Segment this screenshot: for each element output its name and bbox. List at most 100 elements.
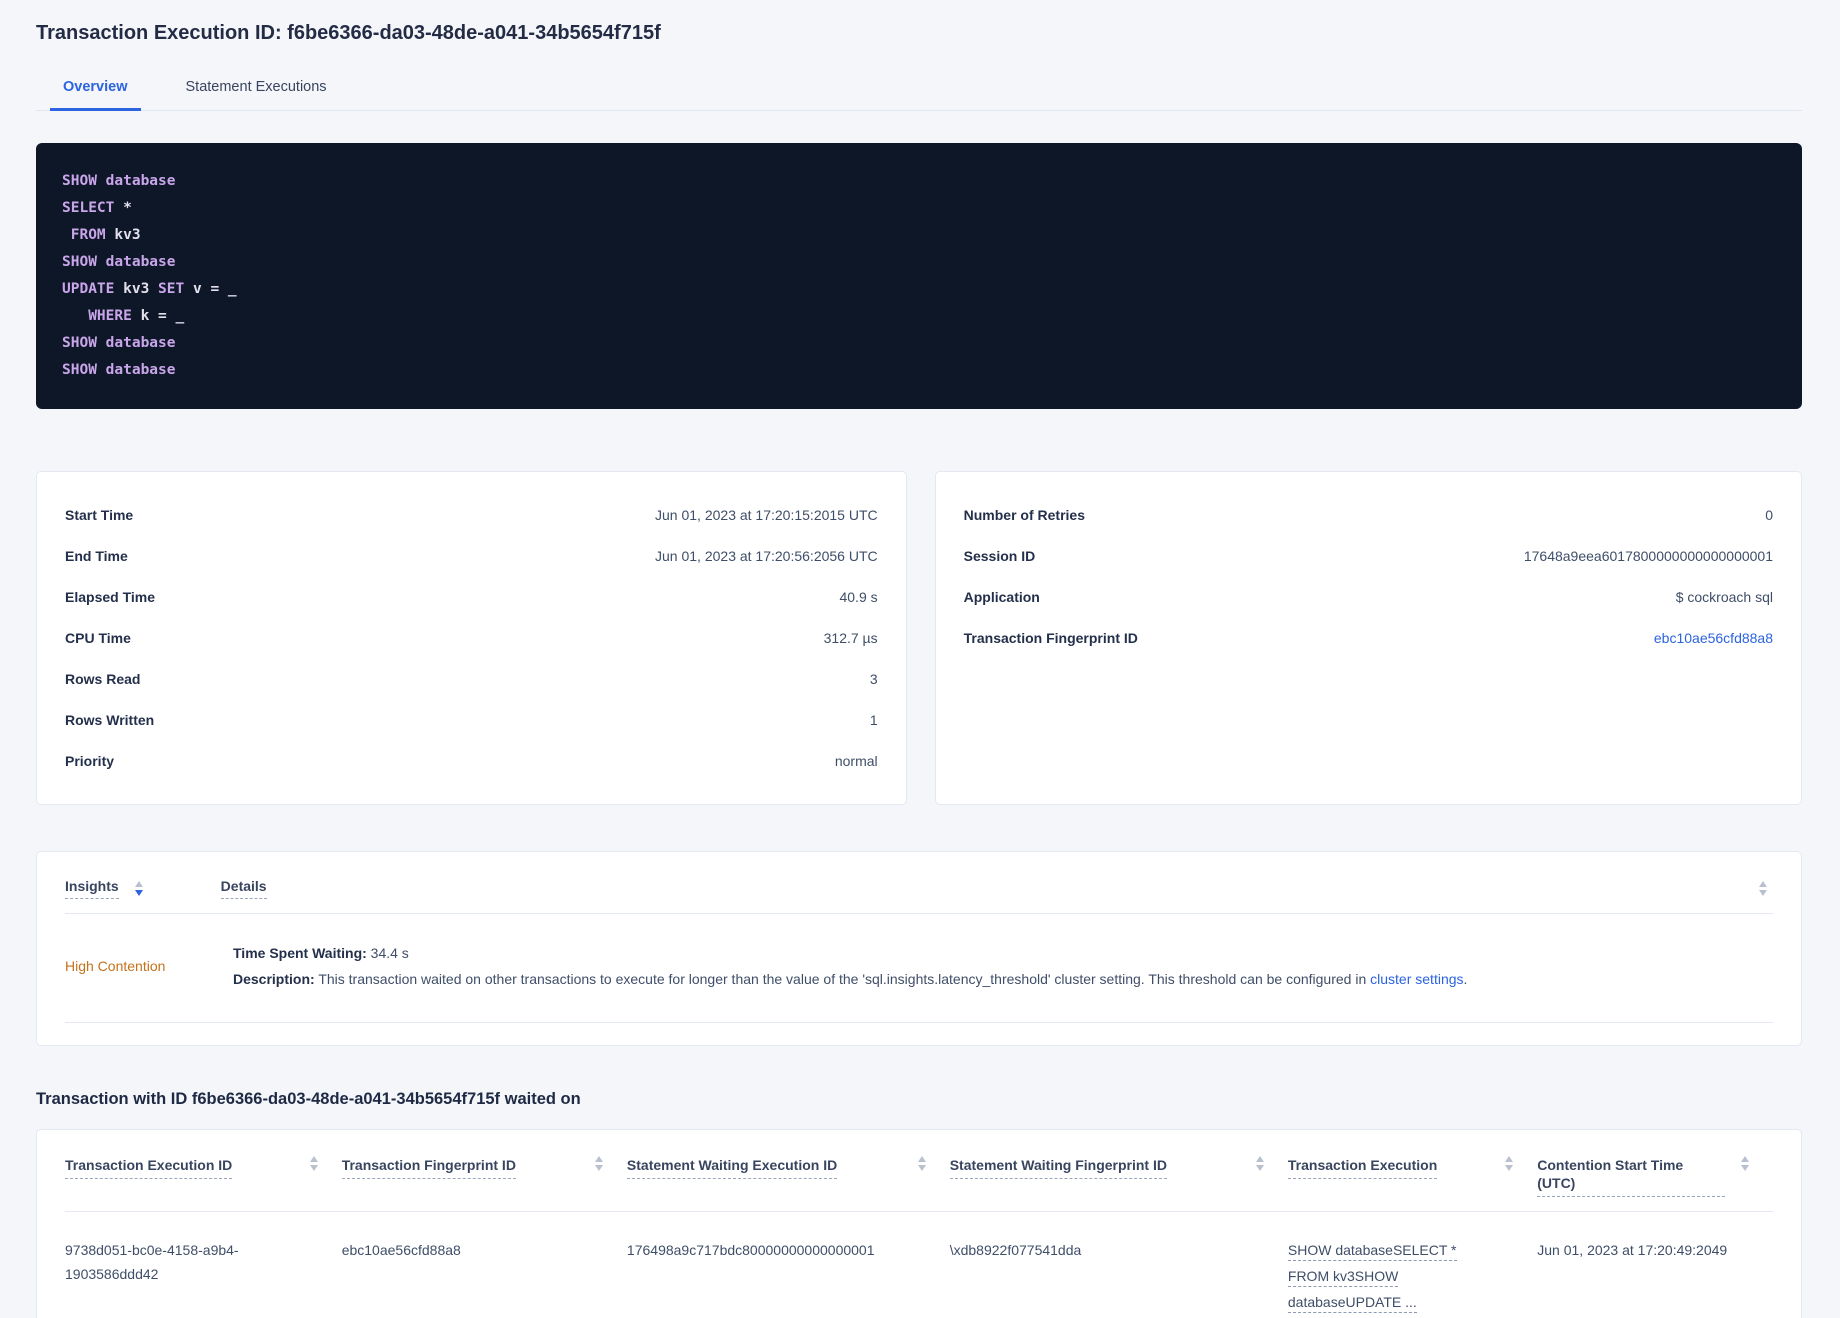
sort-desc-icon [1255, 1165, 1264, 1171]
summary-cards-row: Start Time Jun 01, 2023 at 17:20:15:2015 … [36, 471, 1802, 805]
cell-transaction-execution-id: 9738d051-bc0e-4158-a9b4-1903586ddd42 [65, 1242, 239, 1282]
summary-value: 1 [869, 711, 878, 728]
summary-row-cpu-time: CPU Time 312.7 µs [65, 617, 878, 658]
cell-statement-waiting-fingerprint-id: \xdb8922f077541dda [949, 1242, 1082, 1258]
summary-label: Elapsed Time [65, 588, 156, 605]
column-header-label[interactable]: Statement Waiting Execution ID [626, 1156, 838, 1179]
summary-value: 312.7 µs [823, 629, 878, 646]
transaction-execution-link-line[interactable]: FROM kv3SHOW [1287, 1267, 1399, 1287]
sort-asc-icon [594, 1156, 603, 1162]
summary-value: ebc10ae56cfd88a8 [1654, 630, 1773, 646]
summary-label: Application [963, 588, 1040, 605]
sort-icon[interactable] [1741, 1156, 1749, 1171]
sql-statements-box: SHOW database SELECT * FROM kv3 SHOW dat… [36, 143, 1802, 409]
summary-label: Transaction Fingerprint ID [963, 629, 1138, 646]
sort-desc-icon [134, 890, 143, 896]
sql-keyword: UPDATE [62, 281, 115, 297]
summary-row-elapsed-time: Elapsed Time 40.9 s [65, 576, 878, 617]
insights-table-card: Insights Details High Contention Time Sp… [36, 851, 1802, 1046]
sql-text: kv3 [105, 227, 141, 243]
column-header-label[interactable]: Contention Start Time (UTC) [1537, 1156, 1725, 1197]
sort-desc-icon [1741, 1165, 1749, 1171]
sort-desc-icon [1759, 890, 1767, 896]
summary-value: 3 [869, 670, 878, 687]
sql-keyword: FROM [70, 227, 106, 243]
insight-type-label: High Contention [65, 958, 166, 974]
sort-asc-icon [1759, 881, 1767, 887]
column-header-label[interactable]: Statement Waiting Fingerprint ID [949, 1156, 1167, 1179]
summary-row-priority: Priority normal [65, 740, 878, 781]
summary-label: Start Time [65, 506, 134, 523]
sort-asc-icon [309, 1156, 318, 1162]
sort-icon[interactable] [1759, 881, 1767, 896]
sort-asc-icon [134, 881, 143, 887]
sort-asc-icon [1741, 1156, 1749, 1162]
sql-keyword: SHOW database [62, 254, 176, 270]
column-header-label[interactable]: Transaction Execution ID [65, 1156, 233, 1179]
sql-keyword: SET [158, 281, 185, 297]
time-spent-waiting-line: Time Spent Waiting: 34.4 s [233, 945, 409, 961]
summary-label: Rows Written [65, 711, 155, 728]
sort-asc-icon [917, 1156, 926, 1162]
sort-icon[interactable] [594, 1156, 603, 1171]
column-header-transaction-fingerprint-id: Transaction Fingerprint ID [341, 1156, 627, 1197]
divider [65, 1022, 1773, 1023]
summary-row-rows-read: Rows Read 3 [65, 658, 878, 699]
details-column-header[interactable]: Details [220, 878, 267, 899]
cell-statement-waiting-execution-id: 176498a9c717bdc80000000000000001 [626, 1242, 875, 1258]
column-header-label[interactable]: Transaction Execution [1287, 1156, 1438, 1179]
sql-keyword: SHOW database [62, 173, 176, 189]
sort-desc-icon [1505, 1165, 1514, 1171]
summary-row-start-time: Start Time Jun 01, 2023 at 17:20:15:2015 … [65, 494, 878, 535]
sort-icon[interactable] [1505, 1156, 1514, 1171]
sort-icon[interactable] [917, 1156, 926, 1171]
session-summary-card: Number of Retries 0 Session ID 17648a9eea60… [934, 471, 1802, 805]
transaction-execution-link-line[interactable]: SHOW databaseSELECT * [1287, 1241, 1457, 1261]
summary-value: $ cockroach sql [1675, 588, 1773, 605]
waited-on-table-card: Transaction Execution ID Transaction Fing… [36, 1129, 1802, 1318]
insight-details: Time Spent Waiting: 34.4 s Description: … [233, 940, 1773, 992]
cell-transaction-fingerprint-id: ebc10ae56cfd88a8 [341, 1242, 461, 1258]
sql-keyword: SHOW database [62, 335, 176, 351]
page-title: Transaction Execution ID: f6be6366-da03-… [36, 22, 661, 44]
sql-text: kv3 [114, 281, 159, 297]
cluster-settings-link[interactable]: cluster settings [1370, 971, 1463, 987]
transaction-fingerprint-link[interactable]: ebc10ae56cfd88a8 [1654, 630, 1773, 646]
summary-label: CPU Time [65, 629, 131, 646]
insight-row: High Contention Time Spent Waiting: 34.4… [65, 914, 1773, 1022]
tab-bar: Overview Statement Executions [36, 70, 1802, 111]
column-header-transaction-execution: Transaction Execution [1287, 1156, 1537, 1197]
description-line: Description: This transaction waited on … [233, 971, 1468, 987]
summary-label: End Time [65, 547, 128, 564]
tab-overview[interactable]: Overview [50, 70, 141, 111]
tab-statement-executions[interactable]: Statement Executions [173, 70, 340, 111]
execution-summary-card: Start Time Jun 01, 2023 at 17:20:15:2015 … [36, 471, 907, 805]
sql-keyword: SELECT [62, 200, 115, 216]
summary-row-application: Application $ cockroach sql [964, 576, 1773, 617]
waited-on-heading: Transaction with ID f6be6366-da03-48de-a… [36, 1090, 581, 1108]
column-header-statement-waiting-fingerprint-id: Statement Waiting Fingerprint ID [949, 1156, 1288, 1197]
sort-icon[interactable] [1255, 1156, 1264, 1171]
summary-value: normal [834, 752, 878, 769]
summary-row-end-time: End Time Jun 01, 2023 at 17:20:56:2056 UT… [65, 535, 878, 576]
sql-text: k = _ [131, 308, 185, 324]
sql-keyword: SHOW database [62, 362, 176, 378]
summary-value: 17648a9eea6017800000000000000001 [1523, 547, 1773, 564]
summary-label: Rows Read [65, 670, 141, 687]
sort-desc-icon [917, 1165, 926, 1171]
sort-icon[interactable] [309, 1156, 318, 1171]
insights-column-header[interactable]: Insights [65, 878, 119, 899]
column-header-label[interactable]: Transaction Fingerprint ID [341, 1156, 516, 1179]
sql-keyword: WHERE [88, 308, 132, 324]
sort-icon[interactable] [134, 881, 143, 896]
sort-desc-icon [594, 1165, 603, 1171]
sort-asc-icon [1505, 1156, 1514, 1162]
cell-transaction-execution: SHOW databaseSELECT * FROM kv3SHOW databas… [1287, 1238, 1537, 1316]
sql-text: v = _ [184, 281, 237, 297]
summary-label: Session ID [963, 547, 1036, 564]
transaction-execution-link-line[interactable]: databaseUPDATE ... [1287, 1293, 1417, 1313]
waited-on-table-header-row: Transaction Execution ID Transaction Fing… [65, 1144, 1773, 1211]
summary-value: Jun 01, 2023 at 17:20:15:2015 UTC [655, 506, 878, 523]
